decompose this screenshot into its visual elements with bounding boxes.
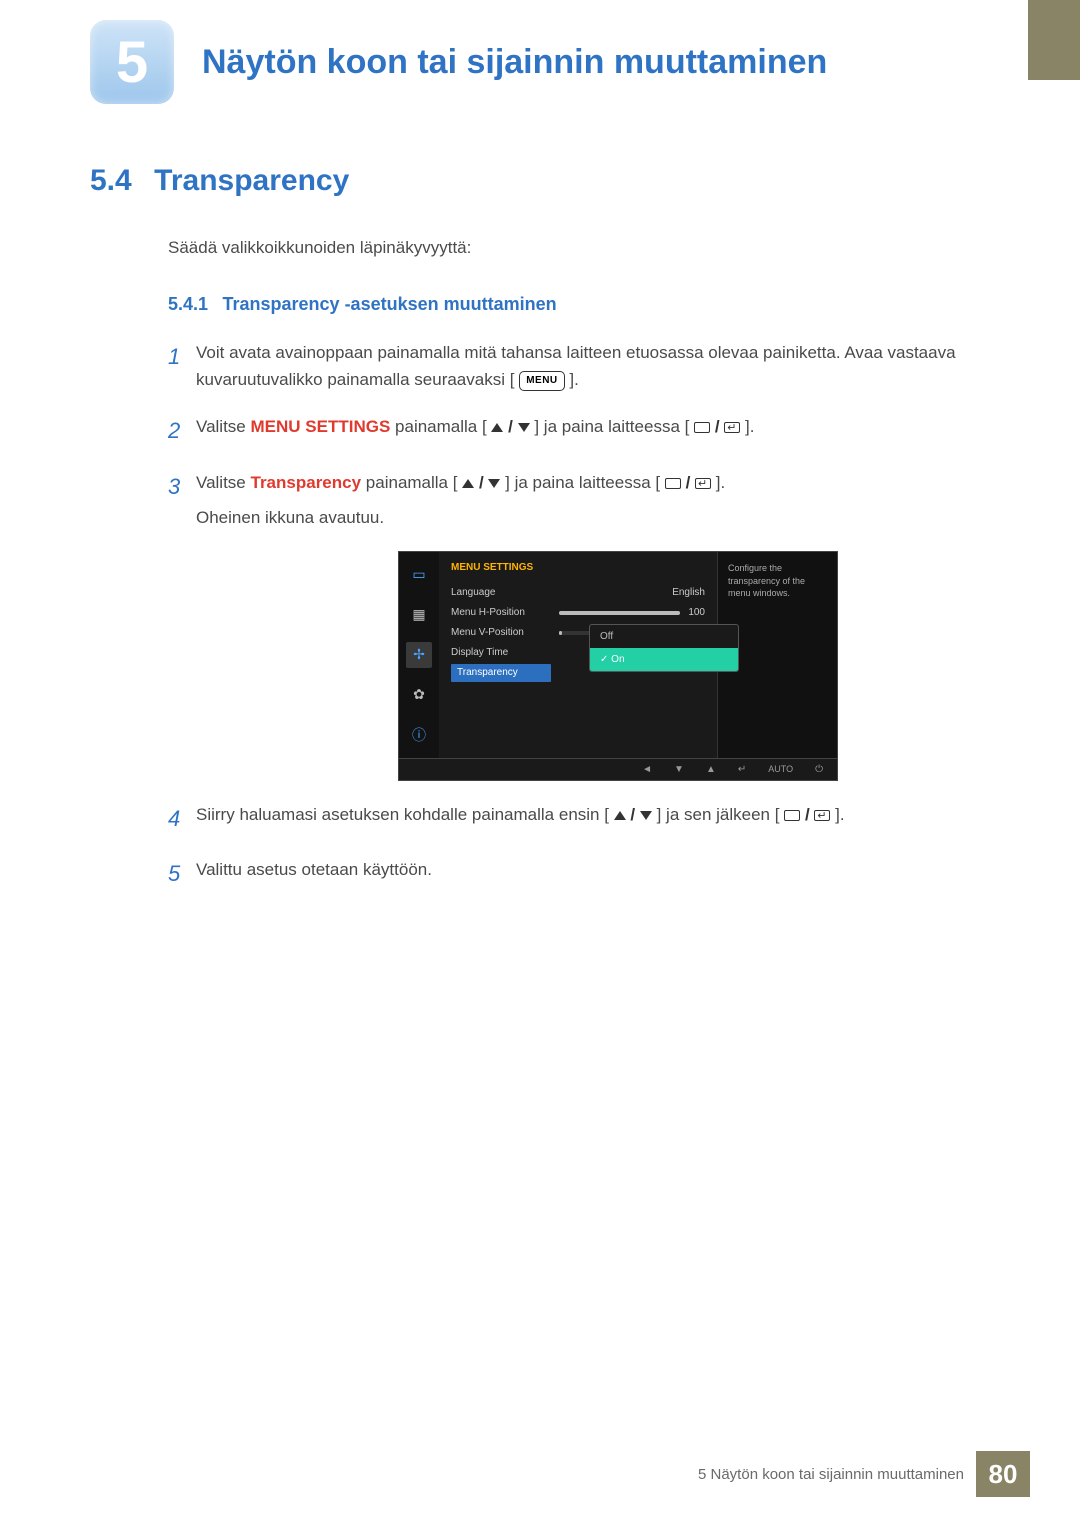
osd-illustration: ▭ ▦ ✢ ✿ ⓘ MENU SETTINGS Language English… xyxy=(398,551,990,781)
nav-down-icon: ▼ xyxy=(674,764,684,775)
chapter-number-badge: 5 xyxy=(90,20,174,104)
step-body: Siirry haluamasi asetuksen kohdalle pain… xyxy=(196,801,990,836)
steps-list: 1 Voit avata avainoppaan painamalla mitä… xyxy=(168,339,990,891)
subsection-title: Transparency -asetuksen muuttaminen xyxy=(223,294,557,314)
step-4: 4 Siirry haluamasi asetuksen kohdalle pa… xyxy=(168,801,990,836)
step-5: 5 Valittu asetus otetaan käyttöön. xyxy=(168,856,990,891)
osd-slider xyxy=(559,611,680,615)
text: ] ja paina laitteessa [ xyxy=(534,417,689,436)
power-icon: ⏻ xyxy=(815,764,823,775)
nav-enter-icon: ↵ xyxy=(738,764,746,775)
osd-popup-option-on: On xyxy=(590,648,738,671)
step-number: 2 xyxy=(168,413,196,448)
rect-icon xyxy=(694,422,710,433)
menu-button-icon: MENU xyxy=(519,371,564,391)
osd-popup-option-off: Off xyxy=(590,625,738,648)
osd-title: MENU SETTINGS xyxy=(451,562,705,573)
text: Siirry haluamasi asetuksen kohdalle pain… xyxy=(196,805,609,824)
osd-label: Menu V-Position xyxy=(451,627,551,638)
step-number: 4 xyxy=(168,801,196,836)
slash: / xyxy=(508,417,517,436)
menu-settings-label: MENU SETTINGS xyxy=(251,417,391,436)
osd-value: English xyxy=(672,587,705,598)
step-number: 1 xyxy=(168,339,196,393)
rect-icon xyxy=(665,478,681,489)
step-body: Valitse MENU SETTINGS painamalla [ / ] j… xyxy=(196,413,990,448)
step-body: Valitse Transparency painamalla [ / ] ja… xyxy=(196,469,990,531)
text: ]. xyxy=(835,805,844,824)
step-3: 3 Valitse Transparency painamalla [ / ] … xyxy=(168,469,990,531)
section-intro: Säädä valikkoikkunoiden läpinäkyvyyttä: xyxy=(168,238,990,258)
triangle-up-icon xyxy=(491,423,503,432)
text: painamalla [ xyxy=(395,417,487,436)
text: ]. xyxy=(569,370,578,389)
footer-text: 5 Näytön koon tai sijainnin muuttaminen xyxy=(698,1466,964,1483)
osd-main-panel: MENU SETTINGS Language English Menu H-Po… xyxy=(439,552,717,758)
osd-row-h-position: Menu H-Position 100 xyxy=(451,603,705,623)
chapter-title: Näytön koon tai sijainnin muuttaminen xyxy=(202,43,827,82)
subsection-number: 5.4.1 xyxy=(168,294,208,314)
slash: / xyxy=(630,805,639,824)
step-body: Valittu asetus otetaan käyttöön. xyxy=(196,856,990,891)
triangle-down-icon xyxy=(518,423,530,432)
triangle-up-icon xyxy=(462,479,474,488)
step-body: Voit avata avainoppaan painamalla mitä t… xyxy=(196,339,990,393)
step-number: 3 xyxy=(168,469,196,531)
osd-label-selected: Transparency xyxy=(451,664,551,682)
slash: / xyxy=(686,473,695,492)
return-icon xyxy=(724,422,740,433)
return-icon xyxy=(695,478,711,489)
text: painamalla [ xyxy=(366,473,458,492)
nav-up-icon: ▲ xyxy=(706,764,716,775)
section-title: Transparency xyxy=(154,164,349,197)
osd-tab-color-icon: ▦ xyxy=(406,602,432,628)
slash: / xyxy=(805,805,814,824)
step-2: 2 Valitse MENU SETTINGS painamalla [ / ]… xyxy=(168,413,990,448)
osd-row-language: Language English xyxy=(451,583,705,603)
text: ] ja paina laitteessa [ xyxy=(505,473,660,492)
step-number: 5 xyxy=(168,856,196,891)
osd-tab-settings-icon: ✿ xyxy=(406,682,432,708)
osd-popup: Off On xyxy=(589,624,739,672)
osd-tab-picture-icon: ▭ xyxy=(406,562,432,588)
page-container: 5 Näytön koon tai sijainnin muuttaminen … xyxy=(0,0,1080,1527)
osd-window: ▭ ▦ ✢ ✿ ⓘ MENU SETTINGS Language English… xyxy=(398,551,838,759)
osd-slider-fill xyxy=(559,611,680,615)
osd-label: Menu H-Position xyxy=(451,607,551,618)
triangle-up-icon xyxy=(614,811,626,820)
slash: / xyxy=(715,417,724,436)
osd-slider-fill xyxy=(559,631,562,635)
page-footer: 5 Näytön koon tai sijainnin muuttaminen … xyxy=(698,1451,1030,1497)
osd-footer: ◄ ▼ ▲ ↵ AUTO ⏻ xyxy=(398,759,838,781)
section-heading: 5.4 Transparency xyxy=(90,164,990,198)
osd-label: Language xyxy=(451,587,551,598)
nav-left-icon: ◄ xyxy=(642,764,652,775)
osd-sidebar: ▭ ▦ ✢ ✿ ⓘ xyxy=(399,552,439,758)
page-number: 80 xyxy=(976,1451,1030,1497)
chapter-header: 5 Näytön koon tai sijainnin muuttaminen xyxy=(90,20,990,104)
triangle-down-icon xyxy=(640,811,652,820)
text: ]. xyxy=(716,473,725,492)
text: Valittu asetus otetaan käyttöön. xyxy=(196,860,432,879)
osd-value: 100 xyxy=(688,607,705,618)
auto-label: AUTO xyxy=(768,764,793,774)
text: ] ja sen jälkeen [ xyxy=(657,805,780,824)
osd-tab-info-icon: ⓘ xyxy=(406,722,432,748)
section-number: 5.4 xyxy=(90,164,132,197)
transparency-label: Transparency xyxy=(251,473,362,492)
subsection-heading: 5.4.1 Transparency -asetuksen muuttamine… xyxy=(168,294,990,315)
text: Valitse xyxy=(196,417,251,436)
return-icon xyxy=(814,810,830,821)
text: Valitse xyxy=(196,473,251,492)
triangle-down-icon xyxy=(488,479,500,488)
osd-label: Display Time xyxy=(451,647,551,658)
osd-tab-position-icon: ✢ xyxy=(406,642,432,668)
step-1: 1 Voit avata avainoppaan painamalla mitä… xyxy=(168,339,990,393)
text: Oheinen ikkuna avautuu. xyxy=(196,508,384,527)
text: ]. xyxy=(745,417,754,436)
rect-icon xyxy=(784,810,800,821)
slash: / xyxy=(479,473,488,492)
